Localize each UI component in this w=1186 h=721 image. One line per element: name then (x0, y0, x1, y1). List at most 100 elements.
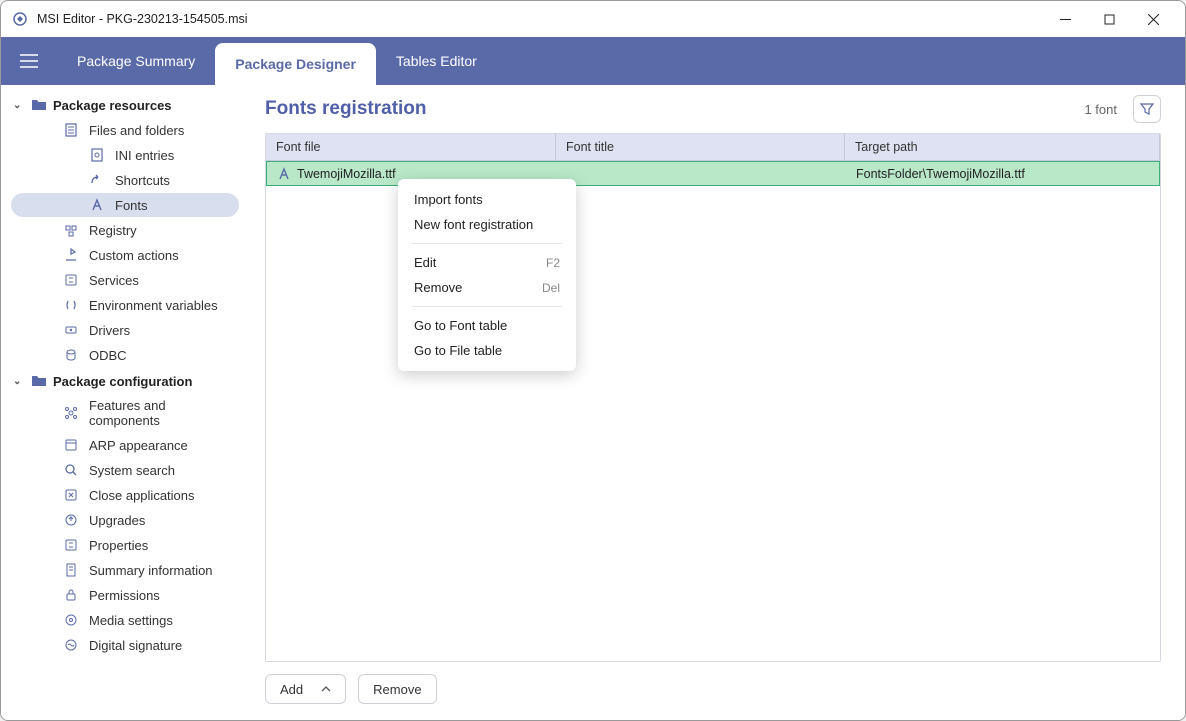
sidebar-item-fonts[interactable]: Fonts (11, 193, 239, 217)
app-window: MSI Editor - PKG-230213-154505.msi Packa… (0, 0, 1186, 721)
add-button[interactable]: Add (265, 674, 346, 704)
cell-target-path: FontsFolder\TwemojiMozilla.ttf (846, 167, 1159, 181)
sidebar-group-resources: ⌄ Package resources Files and folders IN… (7, 93, 243, 367)
folder-icon (31, 373, 47, 389)
sidebar-item-label: Upgrades (89, 513, 145, 528)
menu-item-new-font-registration[interactable]: New font registration (398, 212, 576, 237)
app-icon (11, 10, 29, 28)
menu-shortcut: Del (542, 281, 560, 295)
column-header-target-path[interactable]: Target path (845, 134, 1160, 160)
menu-label: Import fonts (414, 192, 483, 207)
menu-separator (412, 306, 562, 307)
sidebar-group-configuration: ⌄ Package configuration Features and com… (7, 369, 243, 657)
sidebar-item-upgrades[interactable]: Upgrades (11, 508, 239, 532)
sidebar-item-label: Permissions (89, 588, 160, 603)
sidebar-item-label: ODBC (89, 348, 127, 363)
sidebar: ⌄ Package resources Files and folders IN… (1, 85, 249, 720)
close-apps-icon (63, 487, 79, 503)
chevron-down-icon: ⌄ (13, 376, 25, 387)
signature-icon (63, 637, 79, 653)
lock-icon (63, 587, 79, 603)
sidebar-item-label: Environment variables (89, 298, 218, 313)
sidebar-item-label: Drivers (89, 323, 130, 338)
menu-item-goto-font-table[interactable]: Go to Font table (398, 313, 576, 338)
sidebar-item-summary-info[interactable]: Summary information (11, 558, 239, 582)
sidebar-item-services[interactable]: Services (11, 268, 239, 292)
sidebar-item-system-search[interactable]: System search (11, 458, 239, 482)
sidebar-group-header-configuration[interactable]: ⌄ Package configuration (7, 369, 243, 393)
sidebar-item-env-vars[interactable]: Environment variables (11, 293, 239, 317)
drivers-icon (63, 322, 79, 338)
menu-item-import-fonts[interactable]: Import fonts (398, 187, 576, 212)
sidebar-item-permissions[interactable]: Permissions (11, 583, 239, 607)
sidebar-group-header-resources[interactable]: ⌄ Package resources (7, 93, 243, 117)
sidebar-item-signature[interactable]: Digital signature (11, 633, 239, 657)
tab-package-summary[interactable]: Package Summary (57, 37, 215, 85)
hamburger-menu-button[interactable] (1, 37, 57, 85)
page-title: Fonts registration (265, 98, 427, 120)
properties-icon (63, 537, 79, 553)
chevron-down-icon: ⌄ (13, 100, 25, 111)
menu-label: New font registration (414, 217, 533, 232)
menu-shortcut: F2 (546, 256, 560, 270)
sidebar-item-close-apps[interactable]: Close applications (11, 483, 239, 507)
sidebar-item-registry[interactable]: Registry (11, 218, 239, 242)
window-title: MSI Editor - PKG-230213-154505.msi (37, 12, 1043, 26)
maximize-button[interactable] (1087, 4, 1131, 34)
sidebar-item-label: Custom actions (89, 248, 179, 263)
sidebar-item-arp[interactable]: ARP appearance (11, 433, 239, 457)
tab-tables-editor[interactable]: Tables Editor (376, 37, 497, 85)
action-bar: Add Remove (265, 674, 1161, 704)
sidebar-item-label: System search (89, 463, 175, 478)
sidebar-item-label: Summary information (89, 563, 213, 578)
filter-button[interactable] (1133, 95, 1161, 123)
sidebar-item-label: Registry (89, 223, 137, 238)
sidebar-item-ini-entries[interactable]: INI entries (11, 143, 239, 167)
sidebar-item-media[interactable]: Media settings (11, 608, 239, 632)
env-icon (63, 297, 79, 313)
menu-label: Remove (414, 280, 462, 295)
remove-button[interactable]: Remove (358, 674, 436, 704)
sidebar-item-features[interactable]: Features and components (11, 394, 239, 432)
features-icon (63, 405, 79, 421)
sidebar-item-properties[interactable]: Properties (11, 533, 239, 557)
sidebar-item-label: Shortcuts (115, 173, 170, 188)
sidebar-item-label: Media settings (89, 613, 173, 628)
menu-item-edit[interactable]: EditF2 (398, 250, 576, 275)
header-right: 1 font (1084, 95, 1161, 123)
tab-package-designer[interactable]: Package Designer (215, 43, 376, 85)
menu-separator (412, 243, 562, 244)
main-panel: Fonts registration 1 font Font file Font… (249, 85, 1185, 720)
minimize-button[interactable] (1043, 4, 1087, 34)
close-button[interactable] (1131, 4, 1175, 34)
shortcut-icon (89, 172, 105, 188)
menu-item-goto-file-table[interactable]: Go to File table (398, 338, 576, 363)
font-icon (89, 197, 105, 213)
column-header-font-file[interactable]: Font file (266, 134, 556, 160)
context-menu: Import fonts New font registration EditF… (398, 179, 576, 371)
sidebar-item-shortcuts[interactable]: Shortcuts (11, 168, 239, 192)
registry-icon (63, 222, 79, 238)
sidebar-item-label: Services (89, 273, 139, 288)
sidebar-item-odbc[interactable]: ODBC (11, 343, 239, 367)
sidebar-item-drivers[interactable]: Drivers (11, 318, 239, 342)
add-label: Add (280, 682, 303, 697)
sidebar-item-label: INI entries (115, 148, 174, 163)
summary-icon (63, 562, 79, 578)
font-icon (277, 167, 291, 181)
menu-item-remove[interactable]: Remove Del (398, 275, 576, 300)
sidebar-item-label: Features and components (89, 398, 231, 428)
menu-label: Go to Font table (414, 318, 507, 333)
titlebar: MSI Editor - PKG-230213-154505.msi (1, 1, 1185, 37)
action-icon (63, 247, 79, 263)
ini-icon (89, 147, 105, 163)
sidebar-group-label: Package configuration (53, 374, 192, 389)
main-header: Fonts registration 1 font (265, 95, 1161, 123)
sidebar-item-custom-actions[interactable]: Custom actions (11, 243, 239, 267)
services-icon (63, 272, 79, 288)
sidebar-item-files-folders[interactable]: Files and folders (11, 118, 239, 142)
count-badge: 1 font (1084, 102, 1117, 117)
sidebar-item-label: Digital signature (89, 638, 182, 653)
column-header-font-title[interactable]: Font title (556, 134, 845, 160)
upgrades-icon (63, 512, 79, 528)
